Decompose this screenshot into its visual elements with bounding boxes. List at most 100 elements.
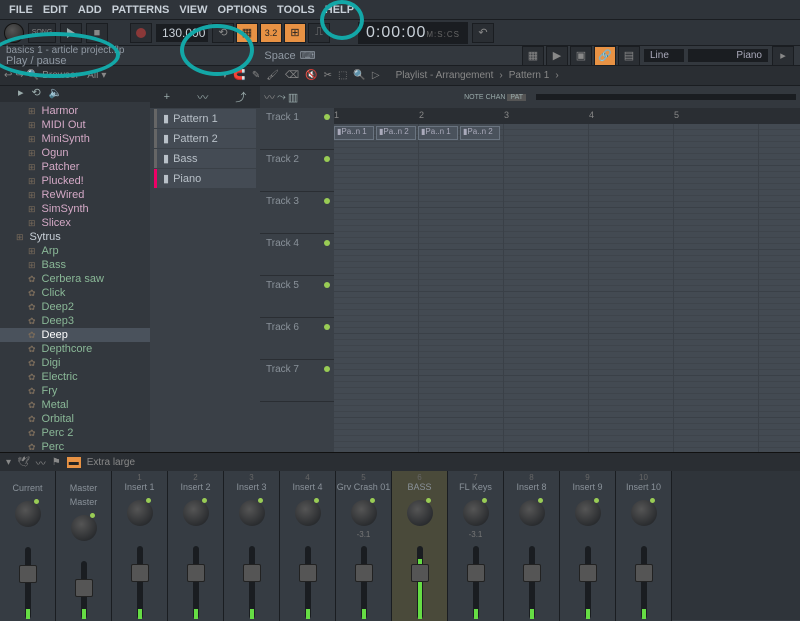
pan-knob[interactable] (351, 500, 377, 526)
track-header[interactable]: Track 2 (260, 150, 334, 192)
play-icon-tool[interactable]: ▷ (372, 70, 380, 81)
tree-item-orbital[interactable]: Orbital (0, 412, 150, 426)
tree-item-deep2[interactable]: Deep2 (0, 300, 150, 314)
pattern-auto-icon[interactable]: ⤴ (235, 89, 246, 105)
mixer-channel-insert-8[interactable]: 8Insert 8 (504, 471, 560, 621)
tree-item-click[interactable]: Click (0, 286, 150, 300)
record-button[interactable] (130, 23, 152, 43)
zoom-icon[interactable]: 🔍 (353, 70, 365, 81)
track-header[interactable]: Track 4 (260, 234, 334, 276)
mixer-channel-insert-4[interactable]: 4Insert 4 (280, 471, 336, 621)
tree-item-electric[interactable]: Electric (0, 370, 150, 384)
mixer-channel-insert-9[interactable]: 9Insert 9 (560, 471, 616, 621)
menu-edit[interactable]: EDIT (38, 2, 73, 18)
menu-add[interactable]: ADD (73, 2, 107, 18)
toolbar-btn-pianoroll[interactable]: ⊞ (284, 23, 306, 43)
mixer-channel-master[interactable]: MasterMaster (56, 471, 112, 621)
clip[interactable]: ▮Pa..n 2 (460, 126, 500, 140)
tree-item-midi-out[interactable]: MIDI Out (0, 118, 150, 132)
pan-knob[interactable] (407, 500, 433, 526)
toolbar-btn-playlist[interactable]: ▦ (236, 23, 258, 43)
mixer-channel-insert-3[interactable]: 3Insert 3 (224, 471, 280, 621)
tree-item-arp[interactable]: Arp (0, 244, 150, 258)
pan-knob[interactable] (575, 500, 601, 526)
mixer-channel-grv-crash-01[interactable]: 5Grv Crash 01-3.1 (336, 471, 392, 621)
pan-knob[interactable] (519, 500, 545, 526)
pan-knob[interactable] (183, 500, 209, 526)
mixer-size-label[interactable]: Extra large (87, 457, 135, 468)
play-button[interactable] (60, 23, 82, 43)
clip[interactable]: ▮Pa..n 1 (334, 126, 374, 140)
tree-item-harmor[interactable]: Harmor (0, 104, 150, 118)
pat-song-toggle[interactable]: SONG (28, 23, 56, 43)
fader[interactable] (168, 540, 223, 619)
pan-knob[interactable] (15, 501, 41, 527)
collapse-icon[interactable]: ▸ (18, 86, 24, 102)
fader[interactable] (112, 540, 167, 619)
tree-item-deep[interactable]: Deep (0, 328, 150, 342)
playlist-grid[interactable]: ▮Pa..n 1▮Pa..n 2▮Pa..n 1▮Pa..n 2 (334, 124, 800, 452)
piano-tab-icon[interactable]: ▥ (288, 91, 298, 104)
tree-item-perc[interactable]: Perc (0, 440, 150, 452)
mixer-channel-bass[interactable]: 6BASS (392, 471, 448, 621)
toolbar-btn-undo[interactable]: ↶ (472, 23, 494, 43)
toolbar-btn-stepseq[interactable]: 3.2 (260, 23, 282, 43)
main-volume-knob[interactable] (4, 23, 24, 43)
mixer-channel-insert-2[interactable]: 2Insert 2 (168, 471, 224, 621)
tree-item-fry[interactable]: Fry (0, 384, 150, 398)
tree-item-digi[interactable]: Digi (0, 356, 150, 370)
flag-icon[interactable]: ⚑ (52, 457, 61, 468)
paint-icon[interactable]: 🖌 (266, 70, 279, 81)
tab-note[interactable]: NOTE (464, 94, 483, 101)
pan-knob[interactable] (631, 500, 657, 526)
track-header[interactable]: Track 6 (260, 318, 334, 360)
tree-item-depthcore[interactable]: Depthcore (0, 342, 150, 356)
playlist-current[interactable]: Pattern 1 (509, 70, 550, 81)
timeline-ruler[interactable]: 12345 (334, 108, 800, 124)
tab-chan[interactable]: CHAN (486, 94, 506, 101)
tree-item-perc-2[interactable]: Perc 2 (0, 426, 150, 440)
mixer-channel-fl-keys[interactable]: 7FL Keys-3.1 (448, 471, 504, 621)
magnet-icon[interactable]: 🧲 (233, 70, 245, 81)
tree-item-ogun[interactable]: Ogun (0, 146, 150, 160)
snap-selector[interactable]: Line (644, 49, 684, 62)
view-btn-3[interactable]: ▣ (570, 46, 592, 66)
speaker-icon[interactable]: 🔈 (49, 86, 63, 102)
stop-button[interactable]: ■ (86, 23, 108, 43)
tree-item-plucked![interactable]: Plucked! (0, 174, 150, 188)
pan-knob[interactable] (463, 500, 489, 526)
bird-icon[interactable]: 🕊 (17, 457, 30, 468)
time-display[interactable]: 0:00:00M:S:CS (358, 22, 468, 44)
mixer-channel-insert-10[interactable]: 10Insert 10 (616, 471, 672, 621)
pattern-pattern-2[interactable]: ▮Pattern 2 (154, 129, 256, 148)
view-btn-2[interactable]: ▶ (546, 46, 568, 66)
clip[interactable]: ▮Pa..n 2 (376, 126, 416, 140)
menu-help[interactable]: HELP (320, 2, 359, 18)
search-icon[interactable]: 🔍 (27, 70, 39, 81)
mixer-channel-insert-1[interactable]: 1Insert 1 (112, 471, 168, 621)
fader[interactable] (280, 540, 335, 619)
tree-item-minisynth[interactable]: MiniSynth (0, 132, 150, 146)
instrument-next[interactable]: ▸ (772, 46, 794, 66)
mixer-channel-current[interactable]: Current (0, 471, 56, 621)
track-header[interactable]: Track 7 (260, 360, 334, 402)
pattern-wave-icon[interactable]: 〰 (197, 89, 208, 105)
erase-icon[interactable]: ⌫ (285, 70, 299, 81)
select-icon[interactable]: ⬚ (338, 70, 347, 81)
tree-item-patcher[interactable]: Patcher (0, 160, 150, 174)
wave-tab-icon[interactable]: 〰 (264, 89, 275, 105)
fader[interactable] (560, 540, 615, 619)
fader[interactable] (56, 555, 111, 619)
view-btn-1[interactable]: ▦ (522, 46, 544, 66)
menu-tools[interactable]: TOOLS (272, 2, 320, 18)
pattern-pattern-1[interactable]: ▮Pattern 1 (154, 109, 256, 128)
fwd-icon[interactable]: ↪ (15, 70, 23, 81)
tab-pat[interactable]: PAT (507, 94, 526, 101)
fader[interactable] (336, 540, 391, 619)
tree-item-simsynth[interactable]: SimSynth (0, 202, 150, 216)
track-header[interactable]: Track 5 (260, 276, 334, 318)
menu-options[interactable]: OPTIONS (213, 2, 273, 18)
minimap[interactable] (536, 94, 796, 100)
tree-item-sytrus[interactable]: Sytrus (0, 230, 150, 244)
view-btn-link[interactable]: 🔗 (594, 46, 616, 66)
